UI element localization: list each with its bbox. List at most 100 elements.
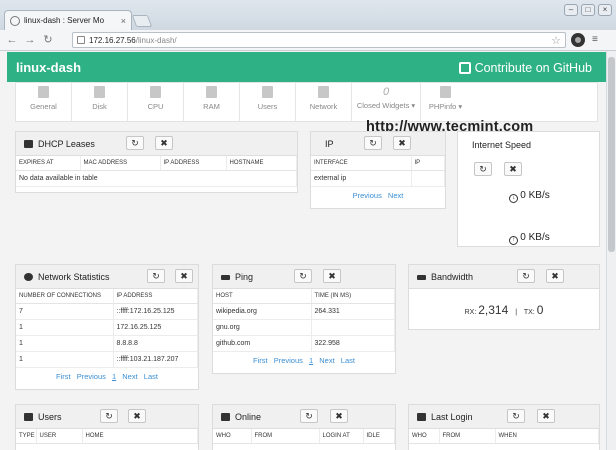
close-window-button[interactable]: × [598, 4, 612, 16]
ping-close-button[interactable]: ✖ [323, 269, 341, 283]
col-user[interactable]: USER [36, 429, 83, 444]
back-icon[interactable]: ← [4, 32, 20, 48]
table-row: 1 8.8.8.8 [16, 335, 198, 352]
col-from[interactable]: FROM [251, 429, 320, 444]
col-expires[interactable]: EXPIRES AT [16, 156, 81, 171]
pager-next[interactable]: Next [319, 356, 334, 365]
ip-refresh-button[interactable]: ↻ [364, 136, 382, 150]
col-host[interactable]: HOST [213, 289, 312, 304]
pager-first[interactable]: First [253, 356, 268, 365]
col-when[interactable]: WHEN [495, 429, 599, 444]
page-scrollbar[interactable] [606, 51, 616, 450]
col-time[interactable]: TIME (IN MS) [311, 289, 395, 304]
tx-label: TX: [523, 309, 535, 316]
browser-tab[interactable]: linux-dash : Server Mo × [4, 10, 132, 30]
netstat-table: NUMBER OF CONNECTIONS IP ADDRESS 7::ffff… [16, 289, 198, 368]
users-refresh-button[interactable]: ↻ [100, 409, 118, 423]
nav-phpinfo[interactable]: PHPinfo ▾ [421, 83, 470, 121]
bookmark-star-icon[interactable]: ☆ [551, 34, 561, 47]
pager-first[interactable]: First [56, 372, 71, 381]
ping-widget: Ping ↻ ✖ HOST TIME (IN MS) wikipedia.org… [212, 264, 396, 374]
nav-users[interactable]: Users [240, 83, 296, 121]
col-login-at[interactable]: LOGIN AT [319, 429, 364, 444]
github-link[interactable]: Contribute on GitHub [458, 61, 592, 75]
col-from[interactable]: FROM [439, 429, 496, 444]
cell: 1 [16, 351, 114, 368]
pager-previous[interactable]: Previous [353, 191, 382, 200]
col-idle[interactable]: IDLE [363, 429, 395, 444]
pager-page[interactable]: 1 [309, 356, 313, 365]
users-icon [24, 413, 33, 421]
empty-message: No data available in table [16, 170, 297, 187]
pager-next[interactable]: Next [388, 191, 403, 200]
online-refresh-button[interactable]: ↻ [300, 409, 318, 423]
nav-ram[interactable]: RAM [184, 83, 240, 121]
online-header: Online ↻ ✖ [213, 405, 395, 429]
cell: 1 [16, 319, 114, 336]
pager-last[interactable]: Last [144, 372, 158, 381]
address-bar[interactable]: 172.16.27.56 /linux-dash/ ☆ [72, 32, 566, 48]
app-header: linux-dash Contribute on GitHub [7, 52, 606, 82]
pager-page[interactable]: 1 [112, 372, 116, 381]
users-close-button[interactable]: ✖ [128, 409, 146, 423]
ip-close-button[interactable]: ✖ [393, 136, 411, 150]
lastlogin-close-button[interactable]: ✖ [537, 409, 555, 423]
url-host: 172.16.27.56 [89, 35, 136, 45]
brand-title[interactable]: linux-dash [16, 60, 81, 75]
nav-general[interactable]: General [16, 83, 72, 121]
col-who[interactable]: WHO [213, 429, 252, 444]
col-type[interactable]: TYPE [16, 429, 37, 444]
ip-widget: IP ↻ ✖ INTERFACE IP external ip Previous… [310, 131, 446, 209]
col-connections[interactable]: NUMBER OF CONNECTIONS [16, 289, 114, 304]
table-header-row: EXPIRES AT MAC ADDRESS IP ADDRESS HOSTNA… [16, 156, 297, 171]
netstat-refresh-button[interactable]: ↻ [147, 269, 165, 283]
online-widget: Online ↻ ✖ WHO FROM LOGIN AT IDLE [212, 404, 396, 450]
upload-speed: ↑ 0 KB/s [458, 226, 601, 250]
new-tab-button[interactable] [131, 15, 153, 27]
cell: 8.8.8.8 [113, 335, 198, 352]
pager-last[interactable]: Last [341, 356, 355, 365]
col-ip[interactable]: IP ADDRESS [160, 156, 227, 171]
menu-icon[interactable]: ≡ [592, 34, 598, 45]
netstat-close-button[interactable]: ✖ [175, 269, 193, 283]
arrow-up-icon: ↑ [509, 236, 519, 245]
online-close-button[interactable]: ✖ [330, 409, 348, 423]
nav-network[interactable]: Network [296, 83, 352, 121]
col-mac[interactable]: MAC ADDRESS [80, 156, 161, 171]
home-icon [38, 86, 49, 98]
cell: 322.958 [311, 335, 395, 352]
pager-previous[interactable]: Previous [274, 356, 303, 365]
col-ip-address[interactable]: IP ADDRESS [113, 289, 198, 304]
nav-cpu[interactable]: CPU [128, 83, 184, 121]
col-ip[interactable]: IP [411, 156, 445, 171]
nav-disk[interactable]: Disk [72, 83, 128, 121]
ip-table: INTERFACE IP external ip [311, 156, 445, 187]
maximize-button[interactable]: □ [581, 4, 595, 16]
dhcp-close-button[interactable]: ✖ [155, 136, 173, 150]
ping-refresh-button[interactable]: ↻ [294, 269, 312, 283]
speed-refresh-button[interactable]: ↻ [474, 162, 492, 176]
lastlogin-header: Last Login ↻ ✖ [409, 405, 599, 429]
phpinfo-label: PHPinfo ▾ [428, 102, 463, 111]
col-home[interactable]: HOME [82, 429, 198, 444]
minimize-button[interactable]: – [564, 4, 578, 16]
bandwidth-refresh-button[interactable]: ↻ [517, 269, 535, 283]
scrollbar-thumb[interactable] [608, 57, 615, 252]
online-table: WHO FROM LOGIN AT IDLE [213, 429, 395, 444]
forward-icon[interactable]: → [22, 32, 38, 48]
browser-toolbar: ← → ↻ 172.16.27.56 /linux-dash/ ☆ ≡ [0, 30, 616, 51]
tab-close-icon[interactable]: × [121, 16, 126, 26]
pager-next[interactable]: Next [122, 372, 137, 381]
col-who[interactable]: WHO [409, 429, 440, 444]
nav-closed-widgets[interactable]: 0 Closed Widgets ▾ [352, 83, 421, 121]
lastlogin-refresh-button[interactable]: ↻ [507, 409, 525, 423]
col-hostname[interactable]: HOSTNAME [226, 156, 297, 171]
speed-close-button[interactable]: ✖ [504, 162, 522, 176]
pager-previous[interactable]: Previous [77, 372, 106, 381]
col-interface[interactable]: INTERFACE [311, 156, 412, 171]
extension-icon[interactable] [571, 33, 585, 47]
bandwidth-close-button[interactable]: ✖ [546, 269, 564, 283]
dhcp-refresh-button[interactable]: ↻ [126, 136, 144, 150]
reload-icon[interactable]: ↻ [40, 32, 56, 48]
bandwidth-header: Bandwidth ↻ ✖ [409, 265, 599, 289]
